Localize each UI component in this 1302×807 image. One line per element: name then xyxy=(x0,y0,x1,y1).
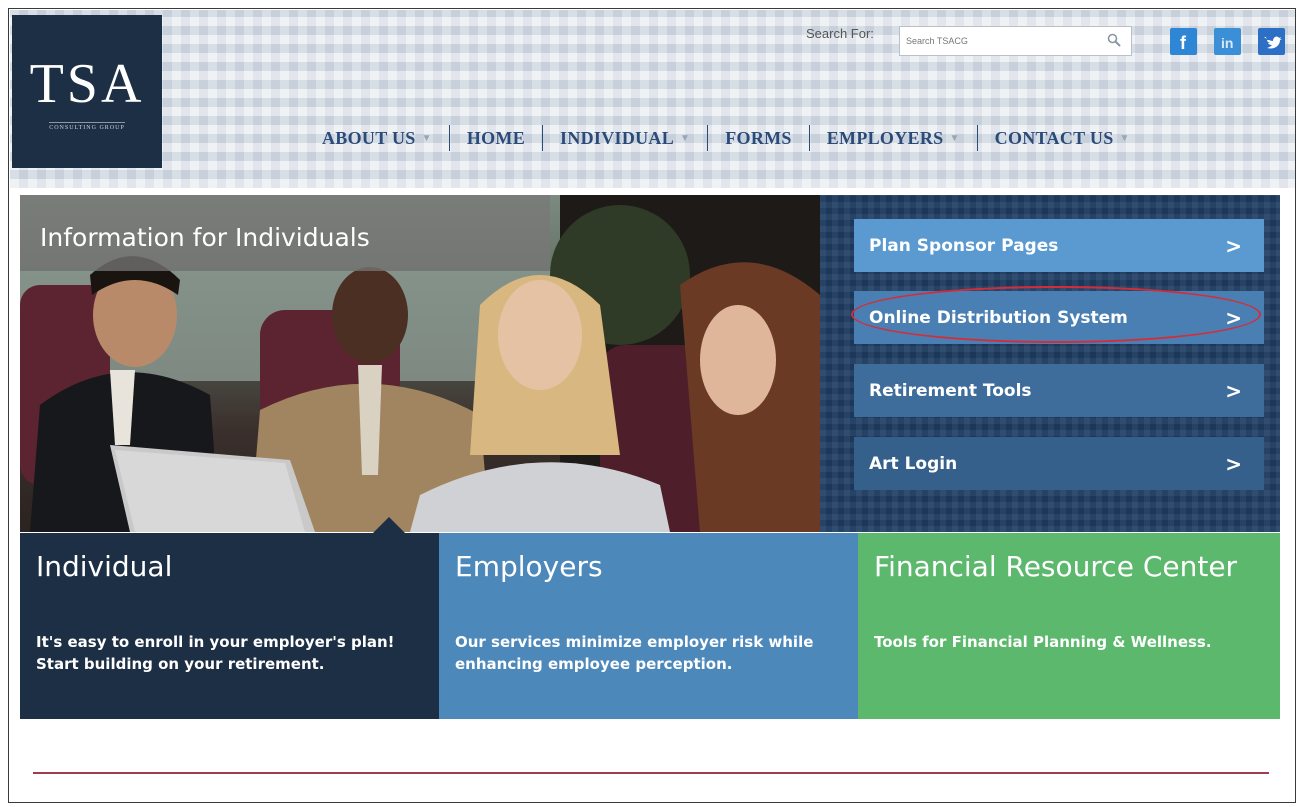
nav-label: HOME xyxy=(466,127,526,148)
hero-title: Information for Individuals xyxy=(40,223,370,252)
search-input[interactable] xyxy=(900,27,1098,55)
nav-label: CONTACT US xyxy=(994,127,1114,148)
nav-label: EMPLOYERS xyxy=(826,127,944,148)
page-frame: TSA CONSULTING GROUP Search For: f in AB… xyxy=(8,8,1296,803)
chevron-right-icon: > xyxy=(1225,305,1242,330)
tile-text: Tools for Financial Planning & Wellness. xyxy=(874,633,1212,651)
chevron-down-icon: ▼ xyxy=(949,132,960,144)
twitter-icon[interactable] xyxy=(1258,28,1285,55)
chevron-right-icon: > xyxy=(1225,233,1242,258)
svg-text:f: f xyxy=(1180,33,1187,53)
nav-label: ABOUT US xyxy=(322,127,416,148)
art-login-button[interactable]: Art Login > xyxy=(854,437,1264,490)
logo-title: TSA xyxy=(29,53,145,115)
tile-title: Employers xyxy=(455,550,603,583)
plan-sponsor-pages-button[interactable]: Plan Sponsor Pages > xyxy=(854,219,1264,272)
nav-forms[interactable]: FORMS xyxy=(725,128,792,149)
nav-contact-us[interactable]: CONTACT US ▼ xyxy=(995,128,1130,149)
search-icon[interactable] xyxy=(1107,33,1121,47)
nav-divider xyxy=(448,125,450,151)
retirement-tools-button[interactable]: Retirement Tools > xyxy=(854,364,1264,417)
nav-about-us[interactable]: ABOUT US ▼ xyxy=(322,128,432,149)
linkedin-icon[interactable]: in xyxy=(1214,28,1241,55)
search-label: Search For: xyxy=(806,26,874,41)
nav-label: FORMS xyxy=(725,127,792,148)
nav-individual[interactable]: INDIVIDUAL ▼ xyxy=(560,128,690,149)
button-label: Online Distribution System xyxy=(869,307,1128,328)
tsa-logo[interactable]: TSA CONSULTING GROUP xyxy=(12,15,162,168)
chevron-down-icon: ▼ xyxy=(421,132,432,144)
nav-label: INDIVIDUAL xyxy=(560,127,675,148)
main-nav: ABOUT US ▼ HOME INDIVIDUAL ▼ FORMS EMPLOYE… xyxy=(322,123,1130,153)
nav-divider xyxy=(808,125,810,151)
nav-home[interactable]: HOME xyxy=(467,128,525,149)
chevron-right-icon: > xyxy=(1225,451,1242,476)
button-label: Art Login xyxy=(869,453,958,474)
button-label: Retirement Tools xyxy=(869,380,1032,401)
logo-subtitle: CONSULTING GROUP xyxy=(49,122,125,131)
tile-financial-resource-center[interactable]: Financial Resource Center Tools for Fina… xyxy=(858,533,1280,719)
nav-divider xyxy=(707,125,709,151)
button-label: Plan Sponsor Pages xyxy=(869,235,1059,256)
online-distribution-system-button[interactable]: Online Distribution System > xyxy=(854,291,1264,344)
chevron-down-icon: ▼ xyxy=(1119,132,1130,144)
chevron-right-icon: > xyxy=(1225,378,1242,403)
quick-links-panel: Plan Sponsor Pages > Online Distribution… xyxy=(820,195,1280,532)
tile-employers[interactable]: Employers Our services minimize employer… xyxy=(439,533,858,719)
chevron-down-icon: ▼ xyxy=(680,132,691,144)
search-box[interactable] xyxy=(899,26,1132,56)
tile-title: Financial Resource Center xyxy=(874,550,1238,583)
nav-employers[interactable]: EMPLOYERS ▼ xyxy=(827,128,960,149)
site-header: TSA CONSULTING GROUP Search For: f in AB… xyxy=(10,10,1295,188)
pointer-arrow xyxy=(373,517,405,533)
nav-divider xyxy=(976,125,978,151)
tile-text: It's easy to enroll in your employer's p… xyxy=(36,633,395,673)
divider-line xyxy=(33,772,1269,774)
tile-individual[interactable]: Individual It's easy to enroll in your e… xyxy=(20,533,439,719)
facebook-icon[interactable]: f xyxy=(1170,28,1197,55)
tile-title: Individual xyxy=(36,550,173,583)
hero-image: Information for Individuals xyxy=(20,195,820,532)
nav-divider xyxy=(542,125,544,151)
svg-text:in: in xyxy=(1221,35,1233,51)
tile-text: Our services minimize employer risk whil… xyxy=(455,633,814,673)
